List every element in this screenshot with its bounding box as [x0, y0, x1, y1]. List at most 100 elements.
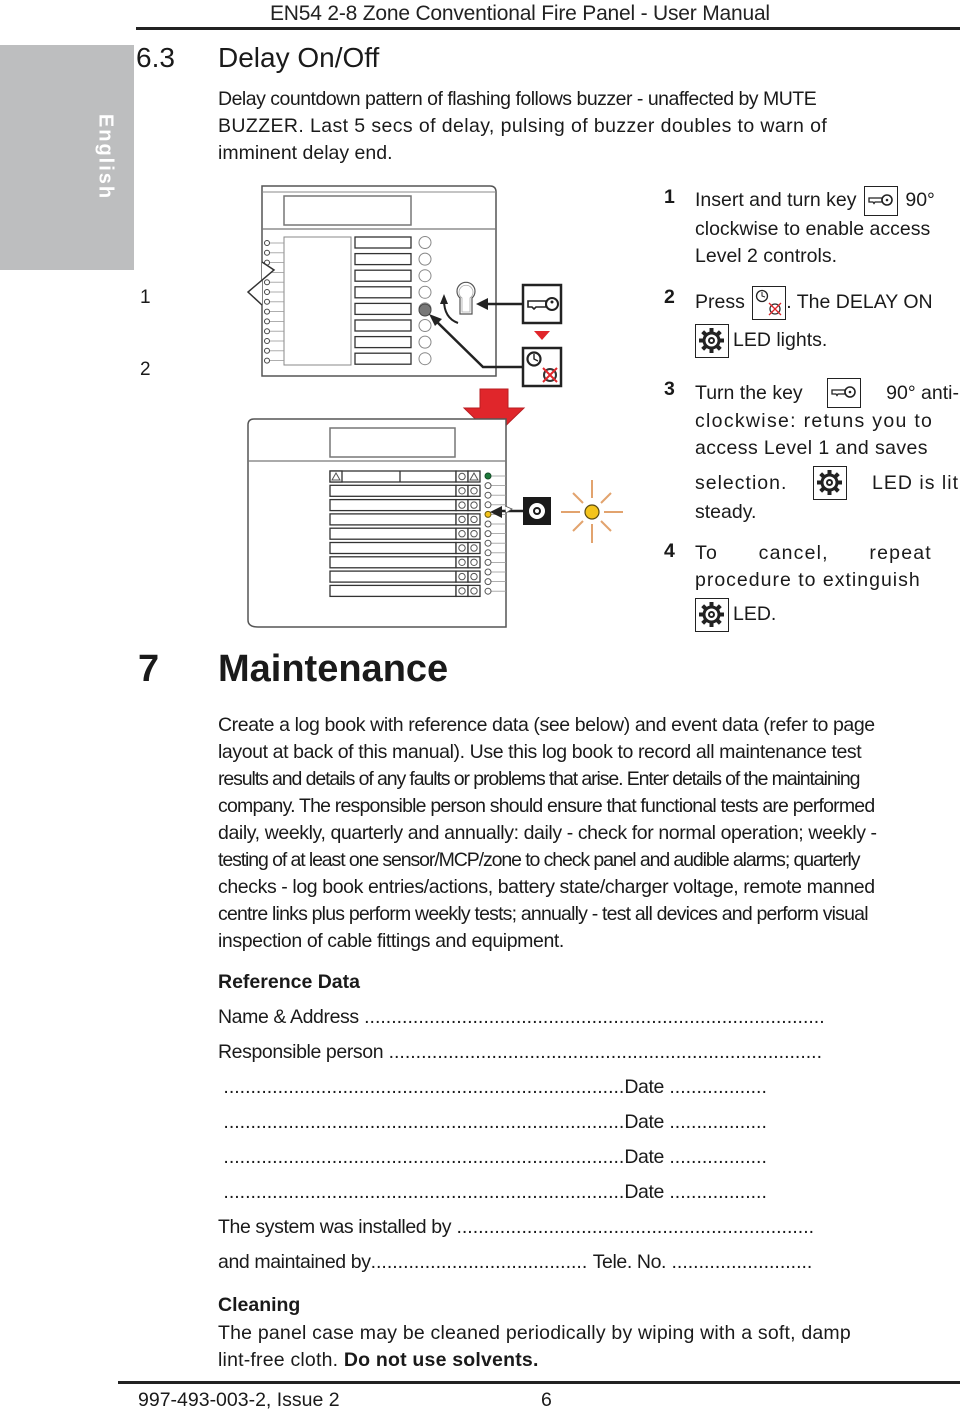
zone-button: [467, 527, 481, 540]
responsible-person-field[interactable]: Responsible person .....................…: [218, 1041, 904, 1069]
step-text: Insert and turn key: [695, 189, 857, 212]
date-label: Date: [624, 1076, 664, 1098]
zone-button: [455, 527, 469, 540]
zone-label-slot: [354, 252, 412, 266]
maintenance-body: Create a log book with reference data (s…: [218, 712, 958, 955]
body-line: testing of at least one sensor/MCP/zone …: [218, 849, 861, 871]
step-text: LED lights.: [733, 329, 828, 352]
terminal: [264, 328, 270, 335]
field-label: The system was installed by: [218, 1216, 452, 1238]
installed-by-field[interactable]: The system was installed by ............…: [218, 1216, 904, 1244]
zone-led: [418, 352, 432, 366]
zone-led: [418, 269, 432, 283]
date-entry-row[interactable]: ........................................…: [218, 1181, 904, 1209]
status-led: [484, 472, 492, 480]
zone-button: [455, 470, 469, 483]
date-label: Date: [624, 1111, 664, 1133]
zone-row: [329, 541, 457, 555]
name-address-field[interactable]: Name & Address .........................…: [218, 1006, 904, 1034]
zone-led: [418, 335, 432, 349]
step-text: steady.: [695, 501, 757, 523]
status-led: [484, 482, 492, 490]
zone-label-slot: [354, 352, 412, 365]
step-number: 4: [664, 540, 675, 562]
zone-button: [455, 556, 469, 569]
body-line: daily, weekly, quarterly and annually: d…: [218, 822, 877, 844]
section-number: 6.3: [136, 42, 175, 73]
panel-diagram: [246, 185, 623, 628]
cleaning-text: The panel case may be cleaned periodical…: [218, 1320, 960, 1374]
field-label: and maintained by: [218, 1251, 371, 1273]
zone-button: [455, 498, 469, 512]
diagram-callout-2: 2: [140, 359, 151, 380]
intro-line: BUZZER. Last 5 secs of delay, pulsing of…: [218, 115, 828, 137]
delay-on-led-icon: [695, 598, 729, 632]
status-led: [484, 501, 492, 509]
status-led: [484, 568, 492, 576]
terminal: [264, 249, 270, 256]
step-text: selection.: [695, 471, 788, 494]
zone-label-slot: [354, 286, 412, 299]
step-number: 3: [664, 378, 675, 400]
terminal: [264, 308, 270, 315]
language-tab: English: [0, 45, 134, 270]
zone-button: [467, 513, 481, 526]
cleaning-title: Cleaning: [218, 1294, 301, 1316]
body-line: company. The responsible person should e…: [218, 795, 875, 817]
step-text: 90° anti-: [886, 381, 959, 404]
zone-button: [467, 541, 481, 555]
zone-button: [467, 484, 481, 497]
step-text: procedure to extinguish: [695, 569, 921, 591]
status-led: [484, 539, 492, 547]
terminal: [264, 357, 270, 364]
maintained-by-field[interactable]: and maintained by.......................…: [218, 1251, 904, 1279]
terminal: [264, 298, 270, 305]
status-led: [484, 587, 492, 595]
delay-led-button: [523, 497, 551, 525]
key-button: [521, 283, 563, 325]
zone-row: [329, 498, 457, 512]
step-number: 1: [664, 186, 675, 208]
date-entry-row[interactable]: ........................................…: [218, 1146, 904, 1174]
status-led: [484, 578, 492, 586]
date-entry-row[interactable]: ........................................…: [218, 1076, 904, 1104]
date-blank: ..................: [663, 1111, 767, 1133]
status-led: [484, 510, 492, 518]
body-line: Create a log book with reference data (s…: [218, 714, 875, 736]
cleaning-line: The panel case may be cleaned periodical…: [218, 1322, 851, 1344]
language-tab-label: English: [94, 113, 117, 201]
delay-on-led-icon: [695, 324, 729, 358]
body-line: checks - log book entries/actions, batte…: [218, 876, 875, 898]
zone-row: [329, 527, 457, 540]
zone-button: [467, 584, 481, 598]
solvents-warning: Do not use solvents.: [343, 1349, 539, 1371]
zone-led: [418, 319, 432, 332]
step-text: To cancel, repeat: [695, 542, 932, 564]
diagram-callout-1: 1: [140, 287, 151, 308]
zone-row: [329, 556, 457, 569]
body-line: inspection of cable fittings and equipme…: [218, 930, 564, 952]
body-line: layout at back of this manual). Use this…: [218, 741, 862, 763]
step-text: Level 2 controls.: [695, 245, 837, 267]
intro-line: imminent delay end.: [218, 142, 393, 164]
section-7-number: 7: [138, 648, 160, 690]
section-7-title: Maintenance: [218, 648, 449, 690]
zone-button: [455, 584, 469, 598]
zone-button: [455, 513, 469, 526]
body-line: results and details of any faults or pro…: [218, 768, 860, 790]
zone-row: [329, 584, 457, 598]
header-divider: [136, 27, 960, 30]
page-number: 6: [541, 1389, 552, 1411]
zone-row: [329, 513, 457, 526]
date-entry-row[interactable]: ........................................…: [218, 1111, 904, 1139]
tele-no-label: Tele. No.: [592, 1251, 667, 1273]
step-text: clockwise to enable access: [695, 218, 931, 240]
step-number: 2: [664, 286, 675, 308]
entry-blank: ........................................…: [218, 1181, 625, 1203]
panel-display-2: [329, 427, 456, 458]
zone-button: [467, 570, 481, 583]
date-blank: ..................: [663, 1181, 767, 1203]
date-label: Date: [624, 1146, 664, 1168]
entry-blank: ........................................…: [218, 1146, 625, 1168]
step-text: Press: [695, 291, 745, 314]
